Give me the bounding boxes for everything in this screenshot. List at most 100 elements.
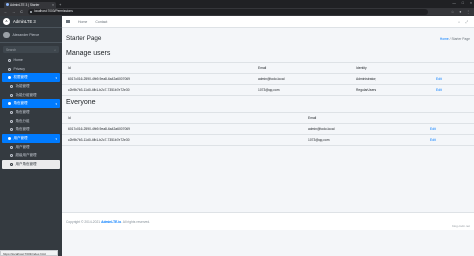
manage-users-table: Id Email Identity 6017c016-2590-4fb9-9ea… xyxy=(62,62,474,96)
status-bar-url: https://localhost:7003/index.html xyxy=(0,250,58,256)
chevron-down-icon: ▾ xyxy=(55,75,57,80)
col-id: Id xyxy=(62,62,258,74)
search-icon[interactable]: ⌕ xyxy=(458,20,460,24)
sidebar-item-function-group[interactable]: 功能分组管理 xyxy=(2,91,60,100)
url-input[interactable]: localhost:7003/Permissions xyxy=(28,9,428,15)
circle-icon xyxy=(10,119,13,123)
sidebar-item-user-manage[interactable]: 用户管理 xyxy=(2,143,60,152)
footer-brand-link[interactable]: AdminLTE.io xyxy=(101,220,121,224)
hamburger-menu-icon[interactable] xyxy=(66,19,70,24)
manage-users-heading: Manage users xyxy=(66,50,111,57)
table-header-row: Id Email Identity xyxy=(62,62,474,74)
sidebar-item-label: 权限管理 xyxy=(13,75,28,80)
breadcrumb-home[interactable]: Home xyxy=(440,37,449,41)
sidebar-section-users[interactable]: 用户管理 ▾ xyxy=(2,134,60,143)
forward-icon[interactable]: → xyxy=(11,10,16,14)
top-navbar: Home Contact ⌕ ⤢ xyxy=(62,16,474,28)
col-identity: Identity xyxy=(356,62,436,74)
sidebar-item-role-manage[interactable]: 角色管理 xyxy=(2,108,60,117)
close-window-icon[interactable]: × xyxy=(470,1,472,5)
edit-link[interactable]: Edit xyxy=(430,123,474,135)
col-email: Email xyxy=(308,112,430,124)
tachometer-icon xyxy=(8,102,11,106)
profile-icon[interactable]: ● xyxy=(459,10,461,14)
sidebar-section-roles[interactable]: 角色管理 ▾ xyxy=(2,99,60,109)
cell-id: 6017c016-2590-4fb9-9ea8-6a42a6007069 xyxy=(62,123,308,135)
minimize-icon[interactable]: — xyxy=(452,1,456,5)
sidebar-item-user-role-manage[interactable]: 用户角色管理 xyxy=(2,160,60,169)
lock-icon xyxy=(30,10,33,14)
cell-email: 1073@qq.com xyxy=(258,84,356,96)
footer: Copyright © 2014-2021 AdminLTE.io. All r… xyxy=(62,212,474,230)
edit-link[interactable]: Edit xyxy=(430,134,474,146)
browser-tabbar: AdminLTE 3 | Starter × + — □ × xyxy=(0,0,474,8)
url-text: localhost:7003/Permissions xyxy=(34,9,73,14)
sidebar-nav: Home Privacy 权限管理 ▾ 功能管理 功能分组管理 角色管理 ▾ 角色管… xyxy=(0,56,62,169)
maximize-icon[interactable]: □ xyxy=(462,1,464,5)
sidebar-item-label: 角色分组 xyxy=(15,118,30,123)
avatar xyxy=(3,31,10,39)
watermark: blog.csdn.net xyxy=(452,224,470,228)
window-controls: — □ × xyxy=(452,1,472,5)
table-row: c2b9b7b3-11d0-4fb1-b2c7-7351b7e72e30 107… xyxy=(62,134,474,146)
search-placeholder: Search xyxy=(6,47,17,52)
back-icon[interactable]: ← xyxy=(3,10,8,14)
circle-icon xyxy=(10,93,13,97)
sidebar-item-role-group[interactable]: 角色分组 xyxy=(2,117,60,126)
sidebar-item-label: 功能管理 xyxy=(15,83,30,88)
col-id: Id xyxy=(62,112,308,124)
address-bar: ← → C localhost:7003/Permissions ☆ ● ⋮ xyxy=(0,8,474,16)
cell-identity: RegularUsers xyxy=(356,84,436,96)
chevron-down-icon: ▾ xyxy=(55,101,57,106)
home-icon xyxy=(8,58,11,62)
circle-icon xyxy=(10,154,13,158)
sidebar-item-label: Home xyxy=(13,58,23,63)
sidebar-item-label: 角色管理 xyxy=(15,127,30,132)
content-wrapper: Starter Page Home / Starter Page Manage … xyxy=(62,28,474,146)
navbar-right-icons: ⌕ ⤢ xyxy=(458,20,468,24)
col-email: Email xyxy=(258,62,356,74)
col-action xyxy=(430,112,474,124)
browser-extras: ☆ ● ⋮ xyxy=(451,10,470,14)
page-title: Starter Page xyxy=(66,35,102,42)
sidebar-item-label: 超级用户管理 xyxy=(15,153,37,158)
tachometer-icon xyxy=(8,76,11,80)
menu-icon[interactable]: ⋮ xyxy=(466,10,470,14)
nav-link-contact[interactable]: Contact xyxy=(95,20,107,24)
edit-link[interactable]: Edit xyxy=(436,84,474,96)
circle-icon xyxy=(10,110,13,114)
footer-rights: . All rights reserved. xyxy=(121,220,151,224)
expand-icon[interactable]: ⤢ xyxy=(465,20,468,24)
circle-icon xyxy=(10,84,13,88)
tachometer-icon xyxy=(8,137,11,141)
col-action xyxy=(436,62,474,74)
breadcrumb-current: Starter Page xyxy=(451,36,470,41)
sidebar-section-permissions[interactable]: 权限管理 ▾ xyxy=(2,73,60,83)
table-row: 6017c016-2590-4fb9-9ea8-6a42a6007069 adm… xyxy=(62,73,474,85)
sidebar-item-superuser-manage[interactable]: 超级用户管理 xyxy=(2,152,60,161)
edit-link[interactable]: Edit xyxy=(436,73,474,85)
sidebar-item-label: 功能分组管理 xyxy=(15,92,37,97)
nav-link-home[interactable]: Home xyxy=(78,20,87,24)
circle-icon xyxy=(10,163,13,167)
circle-icon xyxy=(10,145,13,149)
sidebar-item-privacy[interactable]: Privacy xyxy=(2,65,60,74)
reload-icon[interactable]: C xyxy=(19,10,24,14)
cell-email: admin@todo.local xyxy=(258,73,356,85)
brand-link[interactable]: A AdminLTE 3 xyxy=(0,16,62,28)
sidebar-item-home[interactable]: Home xyxy=(2,56,60,65)
star-icon[interactable]: ☆ xyxy=(451,10,454,14)
user-panel[interactable]: Alexander Pierce xyxy=(0,28,62,43)
brand-logo-icon: A xyxy=(3,18,10,25)
search-icon[interactable]: ⌕ xyxy=(54,48,56,52)
table-row: c2b9b7b3-11d0-4fb1-b2c7-7351b7e72e30 107… xyxy=(62,84,474,96)
sidebar-search-input[interactable]: Search ⌕ xyxy=(3,46,59,53)
sidebar-item-role-manage-2[interactable]: 角色管理 xyxy=(2,126,60,135)
sidebar-item-label: 角色管理 xyxy=(15,109,30,114)
sidebar-item-function-manage[interactable]: 功能管理 xyxy=(2,82,60,91)
table-header-row: Id Email xyxy=(62,112,474,124)
favicon-icon xyxy=(5,3,9,7)
cell-id: c2b9b7b3-11d0-4fb1-b2c7-7351b7e72e30 xyxy=(62,84,258,96)
cell-id: c2b9b7b3-11d0-4fb1-b2c7-7351b7e72e30 xyxy=(62,134,308,146)
everyone-table: Id Email 6017c016-2590-4fb9-9ea8-6a42a60… xyxy=(62,112,474,146)
